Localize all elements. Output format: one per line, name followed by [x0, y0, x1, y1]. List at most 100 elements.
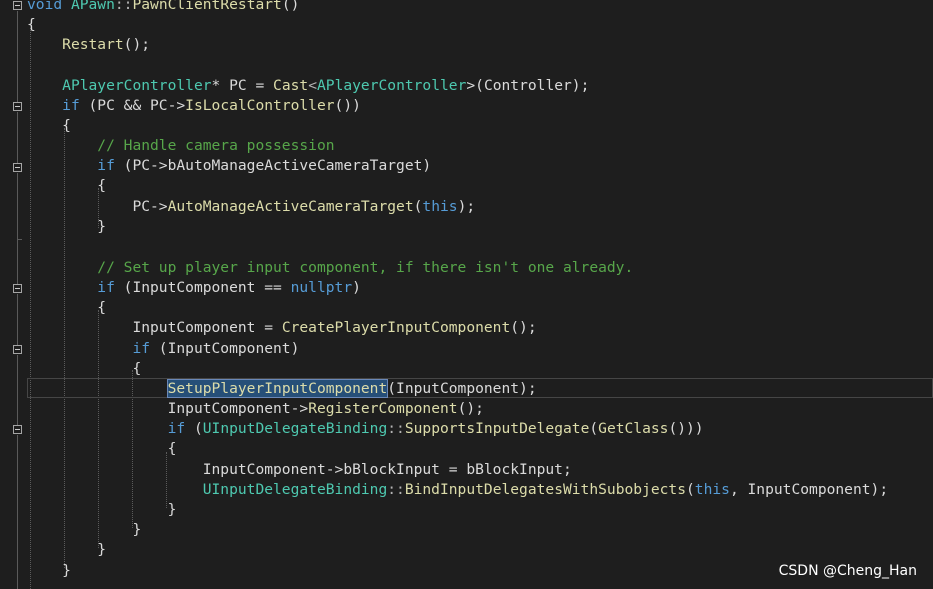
code-line-2[interactable]: {	[27, 15, 36, 35]
token-function: RegisterComponent	[308, 400, 458, 417]
token-brace: {	[167, 440, 177, 457]
code-line-24[interactable]: InputComponent->bBlockInput = bBlockInpu…	[27, 460, 572, 480]
token-keyword: if	[167, 420, 186, 437]
token-text: ()))	[668, 420, 704, 437]
code-line-26[interactable]: }	[27, 500, 177, 520]
token-brace: {	[62, 117, 71, 134]
token-keyword: void	[27, 0, 63, 13]
token-brace: {	[132, 360, 142, 377]
token-field: bAutoManageActiveCameraTarget	[167, 157, 423, 174]
token-function: AutoManageActiveCameraTarget	[167, 198, 414, 215]
token-text: ();	[457, 400, 484, 417]
fold-gutter	[0, 0, 24, 589]
token-keyword: if	[97, 279, 115, 296]
fold-bracket-line	[17, 355, 18, 425]
token-text: (	[185, 420, 203, 437]
code-line-18[interactable]: if (InputComponent)	[27, 339, 299, 359]
token-keyword: nullptr	[290, 279, 353, 296]
collapse-icon[interactable]	[13, 163, 22, 172]
code-line-16[interactable]: {	[27, 298, 106, 318]
token-keyword: this	[422, 198, 458, 215]
token-comment: // Set up player input component, if the…	[97, 259, 634, 276]
fold-bracket-line	[17, 11, 18, 102]
code-line-20[interactable]: SetupPlayerInputComponent(InputComponent…	[27, 379, 537, 399]
code-line-6[interactable]: if (PC && PC->IsLocalController())	[27, 96, 361, 116]
collapse-icon[interactable]	[13, 102, 22, 111]
code-editor[interactable]: void APawn::PawnClientRestart() { Restar…	[0, 0, 933, 589]
token-brace: {	[97, 177, 107, 194]
code-line-22[interactable]: if (UInputDelegateBinding::SupportsInput…	[27, 419, 704, 439]
token-operator: ::	[387, 420, 405, 437]
token-brace: {	[97, 299, 107, 316]
token-comment: // Handle camera possession	[97, 137, 335, 154]
token-keyword: this	[694, 481, 730, 498]
token-text: (PC && PC->	[79, 97, 186, 114]
code-line-12[interactable]: }	[27, 217, 106, 237]
token-function: SupportsInputDelegate	[404, 420, 590, 437]
token-text: ())	[334, 97, 361, 114]
token-text: * PC =	[211, 77, 274, 94]
fold-bracket-line	[17, 294, 18, 345]
watermark: CSDN @Cheng_Han	[778, 563, 917, 579]
collapse-icon[interactable]	[13, 345, 22, 354]
code-line-11[interactable]: PC->AutoManageActiveCameraTarget(this);	[27, 197, 475, 217]
token-function: CreatePlayerInputComponent	[281, 319, 511, 336]
code-line-27[interactable]: }	[27, 520, 141, 540]
code-line-1[interactable]: void APawn::PawnClientRestart()	[27, 0, 299, 15]
code-line-9[interactable]: if (PC->bAutoManageActiveCameraTarget)	[27, 156, 431, 176]
code-line-29[interactable]: }	[27, 561, 71, 581]
code-line-19[interactable]: {	[27, 359, 141, 379]
code-line-7[interactable]: {	[27, 116, 71, 136]
token-text: ();	[123, 36, 151, 53]
token-function: GetClass	[598, 420, 669, 437]
token-text: ()	[281, 0, 300, 13]
token-text: InputComponent =	[132, 319, 282, 336]
token-text: ();	[510, 319, 537, 336]
token-type: UInputDelegateBinding	[202, 420, 388, 437]
token-text: , InputComponent);	[729, 481, 889, 498]
token-text: >(Controller);	[466, 77, 590, 94]
fold-bracket-line	[17, 240, 18, 284]
code-line-10[interactable]: {	[27, 176, 106, 196]
token-function: Cast	[273, 77, 309, 94]
selected-token-function[interactable]: SetupPlayerInputComponent	[166, 379, 389, 398]
code-line-3[interactable]: Restart();	[27, 35, 150, 55]
collapse-icon[interactable]	[13, 425, 22, 434]
token-class: APawn	[70, 0, 115, 13]
code-line-25[interactable]: UInputDelegateBinding::BindInputDelegate…	[27, 480, 888, 500]
token-keyword: if	[132, 340, 151, 357]
token-text: (	[589, 420, 599, 437]
token-operator: ::	[114, 0, 133, 13]
collapse-icon[interactable]	[13, 1, 22, 10]
token-text: PC->	[132, 198, 168, 215]
token-type: APlayerController	[317, 77, 467, 94]
token-function: IsLocalController	[185, 97, 335, 114]
code-line-5[interactable]: APlayerController* PC = Cast<APlayerCont…	[27, 76, 589, 96]
token-brace: }	[97, 218, 107, 235]
code-line-8[interactable]: // Handle camera possession	[27, 136, 335, 156]
token-operator: ::	[387, 481, 405, 498]
code-line-15[interactable]: if (InputComponent == nullptr)	[27, 278, 361, 298]
token-text: )	[352, 279, 361, 296]
token-function: BindInputDelegatesWithSubobjects	[404, 481, 686, 498]
token-text: InputComponent->	[167, 400, 309, 417]
token-type: APlayerController	[62, 77, 212, 94]
token-text: (InputComponent ==	[114, 279, 291, 296]
collapse-icon[interactable]	[13, 284, 22, 293]
token-text: );	[457, 198, 476, 215]
token-keyword: if	[97, 157, 115, 174]
token-text: )	[422, 157, 432, 174]
code-line-17[interactable]: InputComponent = CreatePlayerInputCompon…	[27, 318, 537, 338]
token-text: (InputComponent)	[150, 340, 300, 357]
token-type: UInputDelegateBinding	[202, 481, 388, 498]
token-text: InputComponent->bBlockInput = bBlockInpu…	[202, 461, 572, 478]
token-keyword: if	[62, 97, 80, 114]
code-line-21[interactable]: InputComponent->RegisterComponent();	[27, 399, 484, 419]
code-line-28[interactable]: }	[27, 540, 106, 560]
code-line-23[interactable]: {	[27, 439, 177, 459]
token-function: Restart	[62, 36, 124, 53]
token-text: (InputComponent);	[387, 380, 537, 397]
token-text: (PC->	[114, 157, 168, 174]
code-line-14[interactable]: // Set up player input component, if the…	[27, 258, 633, 278]
token-text: (	[686, 481, 695, 498]
